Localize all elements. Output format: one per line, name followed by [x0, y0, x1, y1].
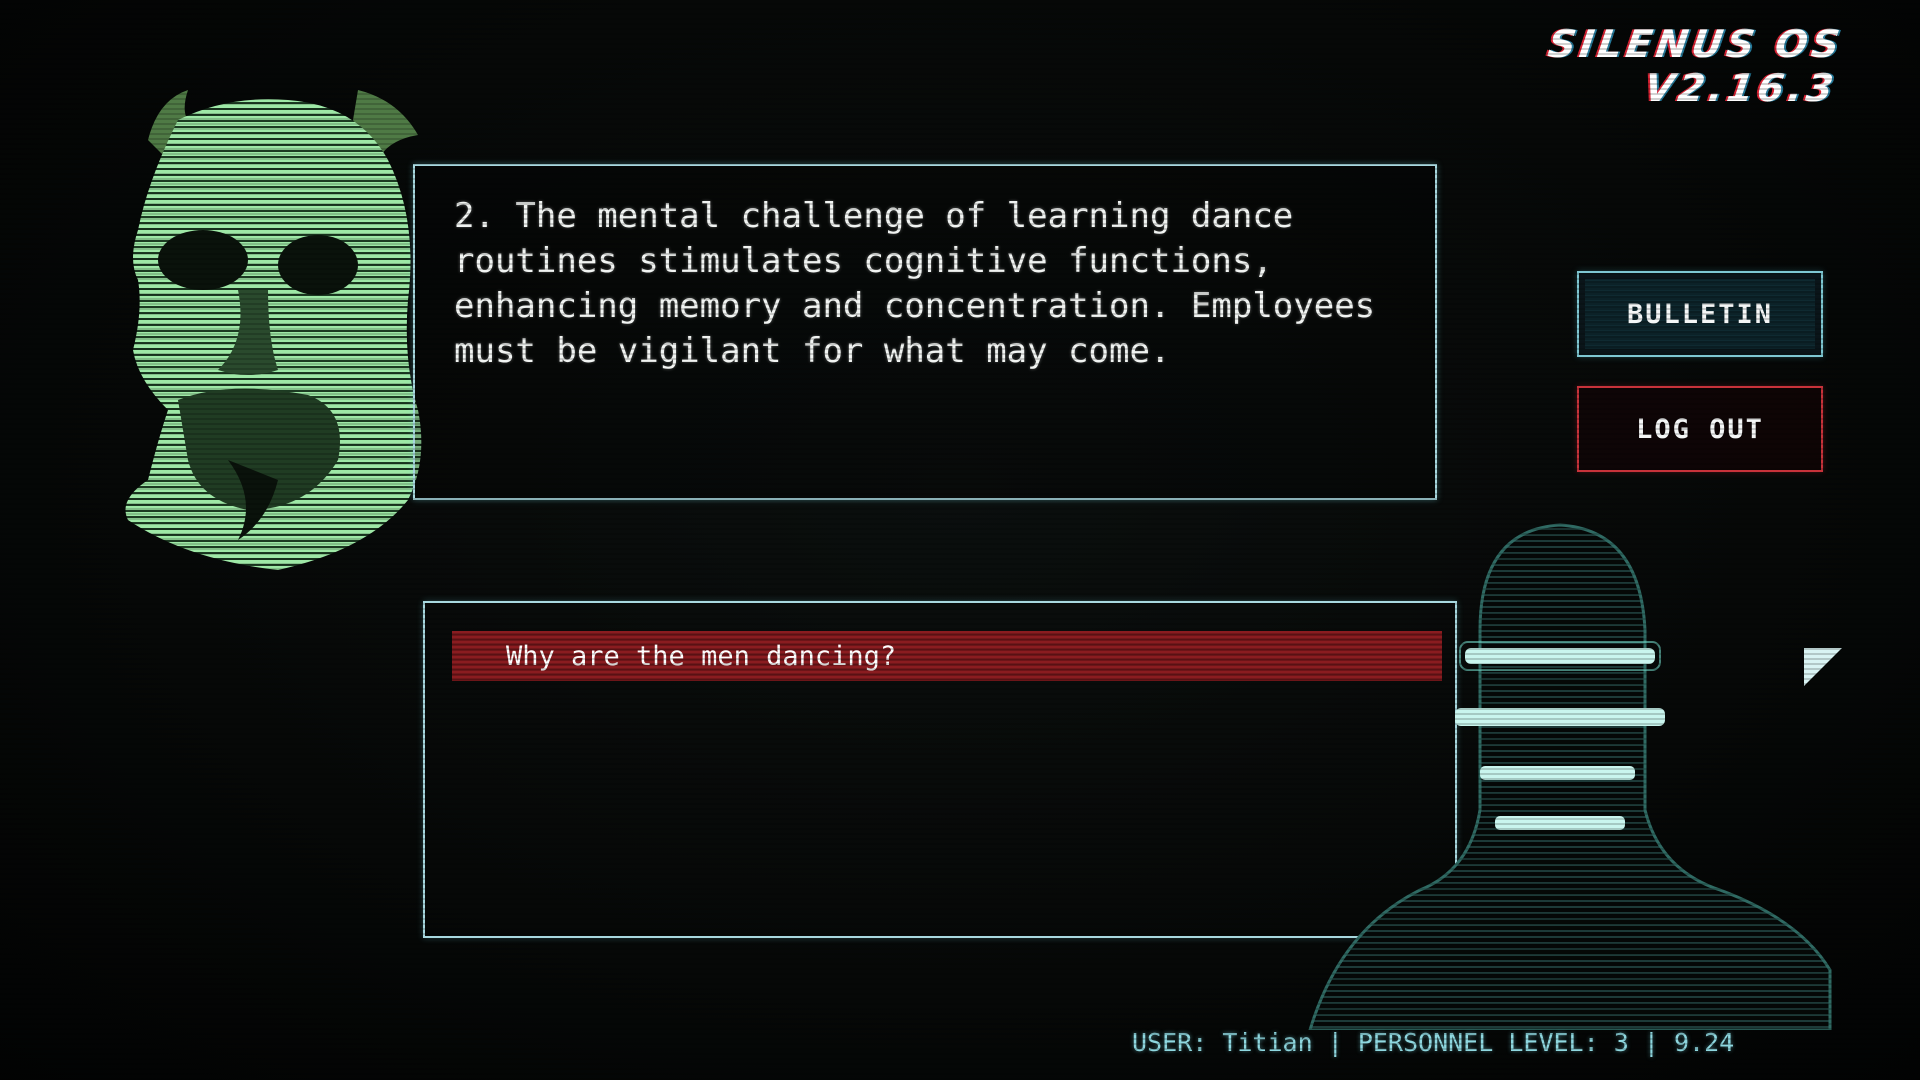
game-screen: SILENUS OS V2.16.3 2. The mental challen… [0, 0, 1920, 1080]
dialogue-text: 2. The mental challenge of learning danc… [454, 196, 1376, 371]
logout-button[interactable]: LOG OUT [1577, 386, 1823, 472]
user-label: USER: [1132, 1028, 1208, 1057]
cursor-arrow-icon[interactable] [1802, 646, 1844, 688]
status-separator-2: | [1643, 1028, 1659, 1057]
user-name: Titian [1222, 1028, 1313, 1057]
personnel-level-value: 3 [1613, 1028, 1629, 1057]
hooded-figure-icon [1308, 523, 1832, 1030]
os-title: SILENUS OS V2.16.3 [1545, 22, 1847, 110]
bulletin-button[interactable]: BULLETIN [1577, 271, 1823, 357]
version-value: 9.24 [1673, 1028, 1735, 1057]
status-bar: USER: Titian | PERSONNEL LEVEL: 3 | 9.24 [1132, 1028, 1772, 1057]
statue-bust-icon [125, 90, 422, 570]
personnel-level-label: PERSONNEL LEVEL: [1357, 1028, 1599, 1057]
status-separator: | [1327, 1028, 1343, 1057]
response-option[interactable]: Why are the men dancing? [452, 631, 1442, 681]
